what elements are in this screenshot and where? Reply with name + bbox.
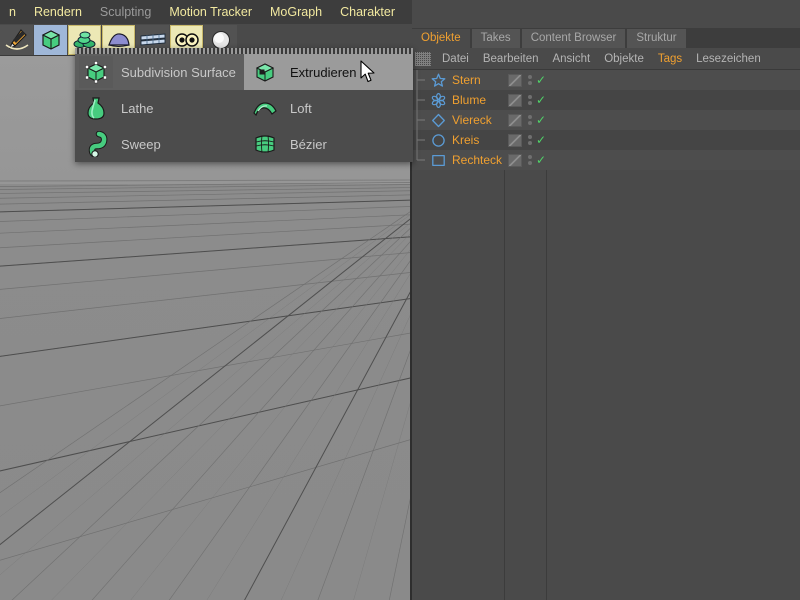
palette-left-column: Subdivision Surface Lathe Sweep: [75, 54, 244, 162]
object-list-row[interactable]: Viereck ✓: [412, 110, 800, 130]
visibility-dots-icon[interactable]: [525, 133, 535, 147]
om-menu-lesezeichen[interactable]: Lesezeichen: [689, 48, 768, 70]
object-name: Rechteck: [452, 153, 503, 167]
tree-branch-icon: [412, 70, 428, 90]
tab-objekte[interactable]: Objekte: [412, 29, 470, 48]
visibility-dot[interactable]: [528, 135, 532, 139]
panel-tabstrip: Objekte Takes Content Browser Struktur: [412, 28, 800, 48]
enabled-check-icon[interactable]: ✓: [536, 134, 546, 146]
pen-tool-button[interactable]: [0, 24, 33, 55]
menu-n[interactable]: n: [0, 0, 25, 24]
tab-struktur[interactable]: Struktur: [627, 29, 686, 48]
visibility-dots-icon[interactable]: [525, 113, 535, 127]
menu-item-sweep[interactable]: Sweep: [75, 126, 244, 162]
object-name: Viereck: [452, 113, 492, 127]
object-name: Kreis: [452, 133, 480, 147]
tab-takes[interactable]: Takes: [471, 29, 520, 48]
tree-branch-icon: [412, 130, 428, 150]
om-menu-objekte[interactable]: Objekte: [597, 48, 651, 70]
cube-primitive-tool-button[interactable]: [34, 24, 67, 55]
menu-item-bezier[interactable]: Bézier: [244, 126, 413, 162]
object-tag-cell[interactable]: ✓: [506, 150, 566, 170]
menu-item-extrudieren[interactable]: Extrudieren: [244, 54, 413, 90]
enabled-check-icon[interactable]: ✓: [536, 74, 546, 86]
render-toggle-icon[interactable]: [508, 133, 522, 147]
tab-content-browser[interactable]: Content Browser: [521, 29, 626, 48]
render-toggle-icon[interactable]: [508, 113, 522, 127]
generator-palette-popup[interactable]: Subdivision Surface Lathe Sweep Extrudie…: [75, 48, 413, 162]
tree-branch-icon: [412, 110, 428, 130]
menu-sculpting[interactable]: Sculpting: [91, 0, 160, 24]
menu-motion-tracker[interactable]: Motion Tracker: [160, 0, 261, 24]
star-spline-icon: [428, 70, 448, 90]
visibility-dot[interactable]: [528, 95, 532, 99]
flower-spline-icon: [428, 90, 448, 110]
visibility-dot[interactable]: [528, 81, 532, 85]
visibility-dot[interactable]: [528, 75, 532, 79]
sweep-icon: [79, 128, 113, 160]
render-toggle-icon[interactable]: [508, 153, 522, 167]
visibility-dot[interactable]: [528, 101, 532, 105]
tree-branch-icon: [412, 150, 428, 170]
lathe-icon: [79, 92, 113, 124]
cinema4d-window: n Rendern Sculpting Motion Tracker MoGraph Ch…: [0, 0, 800, 600]
object-list-row[interactable]: Kreis ✓: [412, 130, 800, 150]
menu-label: Loft: [290, 100, 312, 116]
object-name: Blume: [452, 93, 487, 107]
menu-item-lathe[interactable]: Lathe: [75, 90, 244, 126]
object-list-row[interactable]: Rechteck ✓: [412, 150, 800, 170]
rhombus-spline-icon: [428, 110, 448, 130]
extrude-icon: [248, 56, 282, 88]
object-list[interactable]: Stern ✓ Blume ✓ Viereck ✓ Kreis ✓ Rechteck ✓: [412, 70, 800, 600]
om-menu-tags[interactable]: Tags: [651, 48, 689, 70]
object-list-row[interactable]: Blume ✓: [412, 90, 800, 110]
render-toggle-icon[interactable]: [508, 73, 522, 87]
panel-grip-icon[interactable]: [415, 51, 431, 66]
menu-mograph[interactable]: MoGraph: [261, 0, 331, 24]
object-tag-cell[interactable]: ✓: [506, 90, 566, 110]
object-manager-menubar: Datei Bearbeiten Ansicht Objekte Tags Lesezei…: [412, 48, 800, 70]
om-menu-datei[interactable]: Datei: [435, 48, 476, 70]
visibility-dots-icon[interactable]: [525, 153, 535, 167]
rectangle-spline-icon: [428, 150, 448, 170]
menu-charakter[interactable]: Charakter: [331, 0, 404, 24]
tree-branch-icon: [412, 90, 428, 110]
menu-label: Lathe: [121, 100, 154, 116]
visibility-dots-icon[interactable]: [525, 93, 535, 107]
palette-right-column: Extrudieren Loft Bézier: [244, 54, 413, 162]
loft-icon: [248, 92, 282, 124]
object-list-row[interactable]: Stern ✓: [412, 70, 800, 90]
object-tag-cell[interactable]: ✓: [506, 110, 566, 130]
menu-rendern[interactable]: Rendern: [25, 0, 91, 24]
visibility-dot[interactable]: [528, 161, 532, 165]
subdivision-surface-icon: [79, 56, 113, 88]
visibility-dot[interactable]: [528, 115, 532, 119]
object-tag-cell[interactable]: ✓: [506, 130, 566, 150]
object-name: Stern: [452, 73, 481, 87]
menu-label: Bézier: [290, 136, 327, 152]
menu-item-subdivision-surface[interactable]: Subdivision Surface: [75, 54, 244, 90]
visibility-dot[interactable]: [528, 141, 532, 145]
render-toggle-icon[interactable]: [508, 93, 522, 107]
object-manager-panel: Objekte Takes Content Browser Struktur Date…: [412, 0, 800, 600]
visibility-dots-icon[interactable]: [525, 73, 535, 87]
menu-label: Extrudieren: [290, 64, 357, 80]
tabstrip-filler: [687, 29, 800, 48]
enabled-check-icon[interactable]: ✓: [536, 114, 546, 126]
visibility-dot[interactable]: [528, 121, 532, 125]
circle-spline-icon: [428, 130, 448, 150]
bezier-icon: [248, 128, 282, 160]
om-menu-ansicht[interactable]: Ansicht: [545, 48, 597, 70]
menu-label: Sweep: [121, 136, 161, 152]
enabled-check-icon[interactable]: ✓: [536, 94, 546, 106]
object-tag-cell[interactable]: ✓: [506, 70, 566, 90]
enabled-check-icon[interactable]: ✓: [536, 154, 546, 166]
menu-label: Subdivision Surface: [121, 64, 236, 80]
om-menu-bearbeiten[interactable]: Bearbeiten: [476, 48, 546, 70]
menu-item-loft[interactable]: Loft: [244, 90, 413, 126]
visibility-dot[interactable]: [528, 155, 532, 159]
